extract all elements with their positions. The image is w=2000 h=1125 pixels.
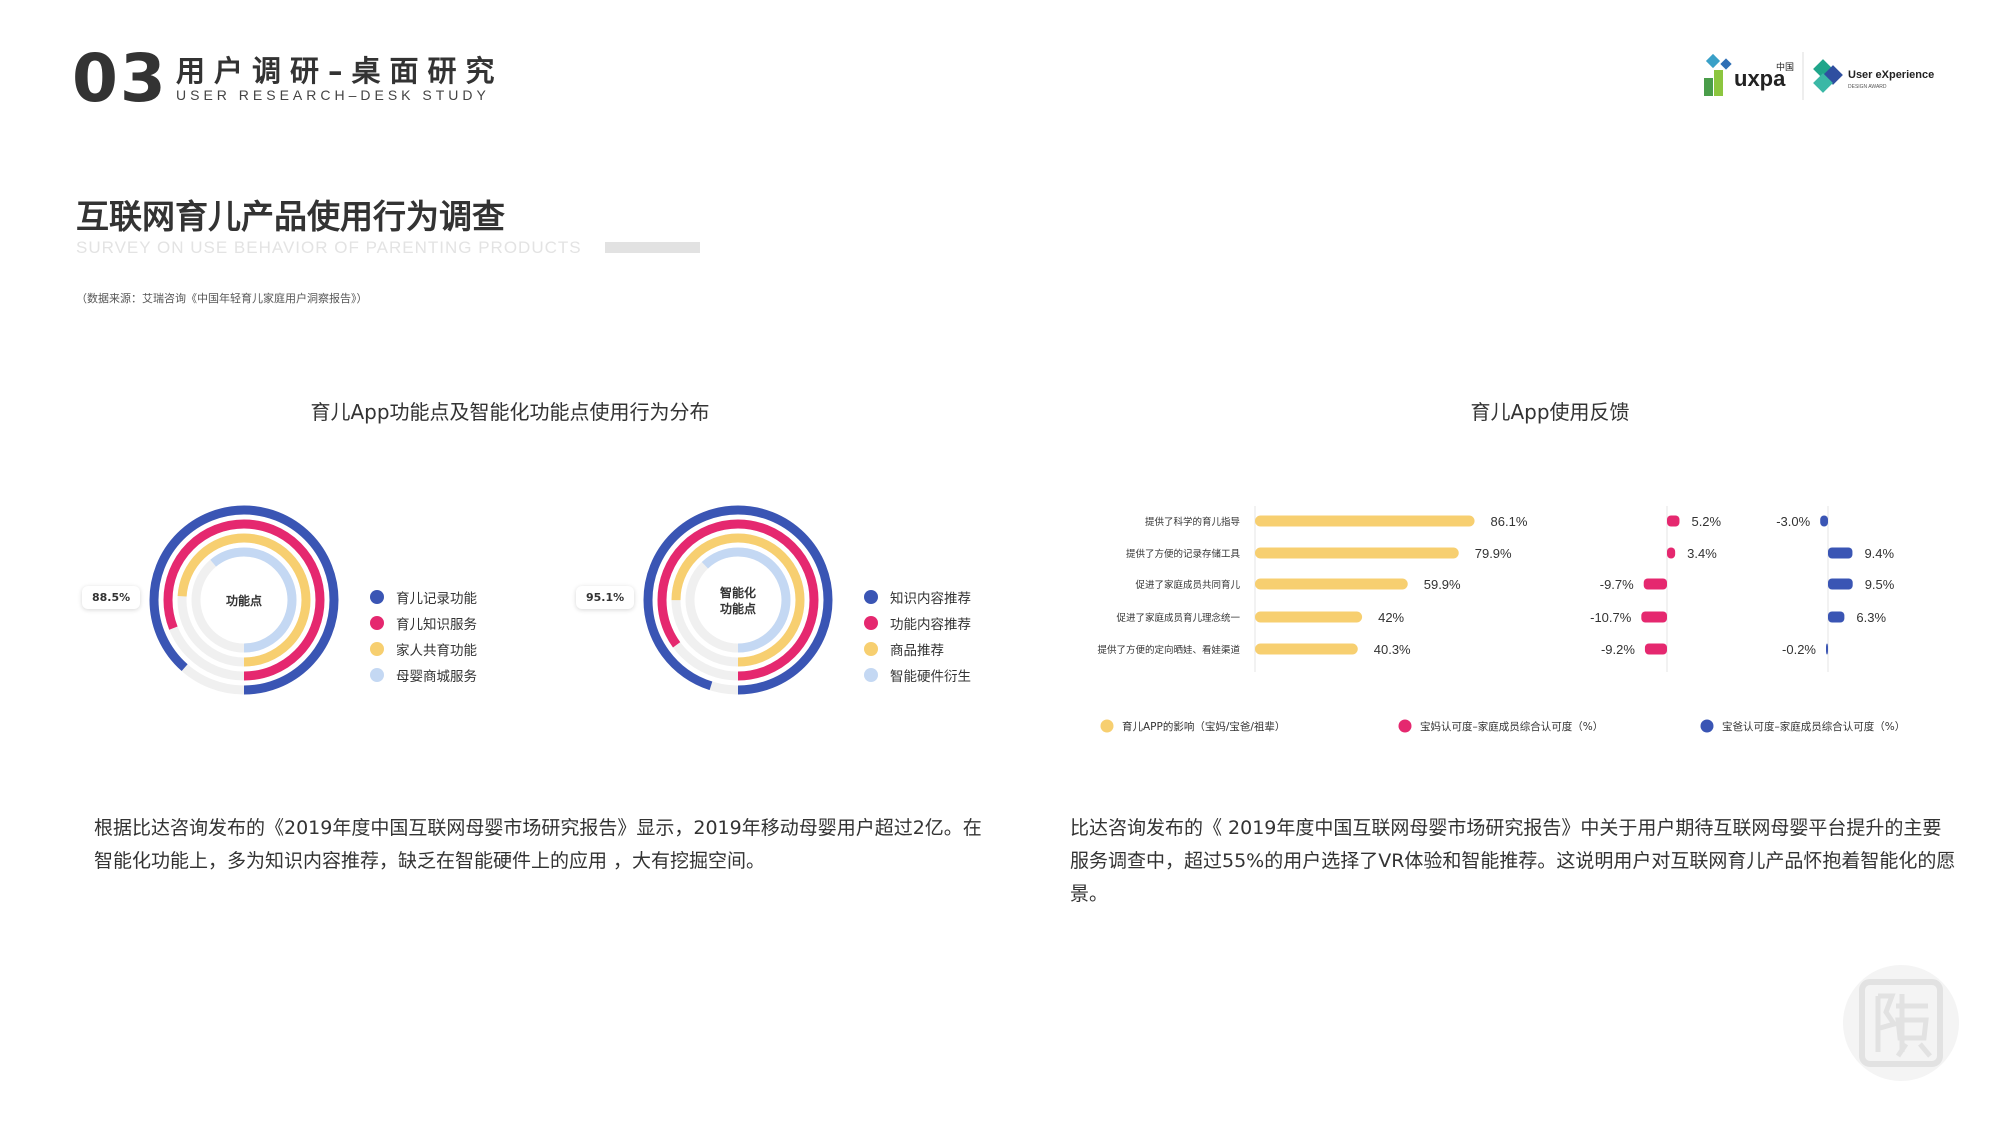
section-number: 03 (72, 40, 168, 117)
bar-dad-diff-label: 6.3% (1856, 610, 1886, 625)
legend-dot (370, 616, 384, 630)
bar-mom-diff-label: -9.2% (1601, 642, 1635, 657)
bar-mom-diff (1641, 611, 1667, 623)
section-title: 用户调研–桌面研究 (176, 54, 504, 88)
radial-1-badge: 88.5% (82, 586, 141, 609)
page-title: 互联网育儿产品使用行为调查 (76, 197, 505, 236)
legend-dot (1100, 719, 1114, 733)
radial-1-legend: 育儿记录功能 育儿知识服务 家人共育功能 母婴商城服务 (370, 584, 477, 688)
bar-dad-diff (1828, 547, 1853, 559)
bar-mom-diff-label: 5.2% (1691, 514, 1721, 529)
bar-dad-diff-label: -3.0% (1776, 514, 1810, 529)
legend-dot (1700, 719, 1714, 733)
bar-impact (1255, 547, 1459, 559)
bar-dad-diff-label: -0.2% (1782, 642, 1816, 657)
radial-chart-features: 功能点 (149, 505, 339, 695)
category-label: 提供了科学的育儿指导 (1145, 516, 1240, 528)
legend-dot (864, 590, 878, 604)
bar-dad-diff-label: 9.4% (1864, 546, 1894, 561)
legend-dot (370, 642, 384, 656)
bar-impact (1255, 515, 1475, 527)
uxpa-logo: uxpa 中国 User eXperience DESIGN AWARD (1704, 52, 1934, 100)
bar-mom-diff-label: -10.7% (1590, 610, 1632, 625)
bar-impact (1255, 643, 1358, 655)
legend-label: 宝爸认可度–家庭成员综合认可度（%） (1722, 720, 1905, 733)
subtitle-decor-bar (605, 242, 700, 253)
legend-dot (370, 668, 384, 682)
bar-mom-diff-label: -9.7% (1600, 577, 1634, 592)
category-label: 促进了家庭成员共同育儿 (1135, 579, 1240, 591)
bar-impact-label: 79.9% (1475, 546, 1512, 561)
category-label: 提供了方便的定向晒娃、看娃渠道 (1097, 644, 1240, 656)
legend-dot (370, 590, 384, 604)
legend-label: 功能内容推荐 (890, 617, 971, 633)
center-label: 智能化 (719, 585, 756, 600)
bar-mom-diff (1643, 578, 1667, 590)
center-label: 功能点 (720, 601, 756, 616)
bar-impact-label: 40.3% (1374, 642, 1411, 657)
legend-label: 知识内容推荐 (890, 591, 971, 607)
feedback-bar-chart: 提供了科学的育儿指导提供了方便的记录存储工具促进了家庭成员共同育儿促进了家庭成员… (1097, 506, 1905, 733)
legend-label: 母婴商城服务 (396, 669, 477, 685)
category-label: 提供了方便的记录存储工具 (1126, 548, 1241, 560)
ued-sub-text: DESIGN AWARD (1848, 84, 1887, 90)
bar-impact-label: 86.1% (1491, 514, 1528, 529)
legend-item: 家人共育功能 (370, 636, 477, 662)
legend-item: 商品推荐 (864, 636, 971, 662)
right-chart-title: 育儿App使用反馈 (1470, 400, 1630, 424)
legend-label: 育儿知识服务 (396, 617, 477, 633)
uxpa-cn-text: 中国 (1776, 61, 1794, 73)
ued-logo-icon (1813, 59, 1843, 93)
bar-mom-diff-label: 3.4% (1687, 546, 1717, 561)
bar-dad-diff (1820, 515, 1828, 527)
legend-item: 育儿知识服务 (370, 610, 477, 636)
legend-item: 知识内容推荐 (864, 584, 971, 610)
legend-item: 智能硬件衍生 (864, 662, 971, 688)
seal-stamp-icon (1843, 965, 1959, 1081)
bar-mom-diff (1644, 643, 1667, 655)
bar-impact-label: 59.9% (1424, 577, 1461, 592)
legend-dot (864, 668, 878, 682)
bar-dad-diff (1828, 578, 1853, 590)
bar-impact-label: 42% (1378, 610, 1404, 625)
bar-mom-diff (1667, 515, 1680, 527)
legend-label: 家人共育功能 (396, 643, 477, 659)
radial-2-legend: 知识内容推荐 功能内容推荐 商品推荐智能硬件衍生 (864, 584, 971, 688)
radial-chart-smart-features: 智能化功能点 (643, 505, 833, 695)
legend-label: 智能硬件衍生 (890, 669, 971, 685)
legend-item: 育儿记录功能 (370, 584, 477, 610)
data-source-note: （数据来源：艾瑞咨询《中国年轻育儿家庭用户洞察报告》） (76, 292, 368, 305)
legend-item: 母婴商城服务 (370, 662, 477, 688)
right-paragraph: 比达咨询发布的《 2019年度中国互联网母婴市场研究报告》中关于用户期待互联网母… (1070, 817, 1956, 905)
bar-dad-diff (1826, 643, 1828, 655)
legend-dot (1398, 719, 1412, 733)
ued-text: User eXperience (1848, 69, 1934, 81)
legend-label: 育儿记录功能 (396, 591, 477, 607)
category-label: 促进了家庭成员育儿理念统一 (1116, 612, 1240, 624)
bar-impact (1255, 578, 1408, 590)
section-subtitle: USER RESEARCH–DESK STUDY (176, 87, 490, 103)
left-chart-title: 育儿App功能点及智能化功能点使用行为分布 (310, 400, 710, 424)
center-label: 功能点 (226, 593, 262, 608)
bar-dad-diff-label: 9.5% (1865, 577, 1895, 592)
partner-logos: uxpa 中国 User eXperience DESIGN AWARD (1700, 48, 1940, 104)
legend-label: 宝妈认可度–家庭成员综合认可度（%） (1420, 720, 1603, 733)
bar-dad-diff (1828, 611, 1845, 623)
legend-dot (864, 642, 878, 656)
bar-mom-diff (1667, 547, 1676, 559)
page-subtitle: SURVEY ON USE BEHAVIOR OF PARENTING PROD… (76, 238, 582, 257)
legend-dot (864, 616, 878, 630)
radial-2-badge: 95.1% (576, 586, 635, 609)
legend-item: 功能内容推荐 (864, 610, 971, 636)
left-paragraph: 根据比达咨询发布的《2019年度中国互联网母婴市场研究报告》显示，2019年移动… (94, 817, 982, 872)
bar-impact (1255, 611, 1363, 623)
legend-label: 商品推荐 (890, 643, 944, 659)
legend-label: 育儿APP的影响（宝妈/宝爸/祖辈） (1122, 720, 1285, 733)
